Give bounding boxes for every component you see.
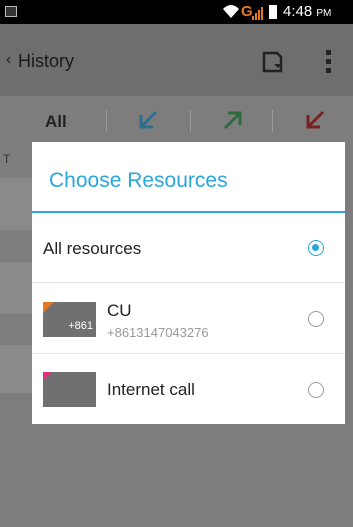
battery-icon [269,5,277,19]
dialog-title: Choose Resources [49,169,228,192]
list-item [0,178,32,230]
radio-button[interactable] [308,311,324,327]
network-type: G [241,3,253,20]
signal-icon [252,7,263,20]
list-item [0,345,32,393]
option-cu[interactable]: +861 CU +8613147043276 [32,284,345,354]
sim-label: +861 [68,320,93,332]
call-type-tabs: All [0,96,353,146]
divider [32,282,345,283]
status-bar: G 4:48 PM [0,0,353,24]
section-letter: T [3,152,11,166]
option-name: Internet call [107,380,195,399]
back-chevron-icon[interactable]: ‹ [6,51,11,69]
divider [32,353,345,354]
gallery-notification-icon [5,6,17,17]
option-label: All resources [43,239,142,258]
sim-icon: +861 [43,302,96,337]
wifi-icon [223,5,239,18]
incoming-call-icon[interactable] [137,109,159,131]
radio-button[interactable] [308,382,324,398]
clock: 4:48 PM [283,3,332,20]
page-title[interactable]: History [18,51,74,72]
option-name: CU [107,301,132,320]
overflow-menu-icon[interactable] [326,50,332,74]
option-internet-call[interactable]: Internet call [32,355,345,425]
missed-call-icon[interactable] [304,109,326,131]
choose-resources-dialog: Choose Resources All resources +861 CU +… [32,142,345,424]
outgoing-call-icon[interactable] [222,109,244,131]
tab-divider [106,110,107,132]
save-icon[interactable] [262,51,284,73]
action-bar: ‹ History [0,24,353,96]
tab-divider [190,110,191,132]
list-item [0,262,32,314]
tab-all[interactable]: All [45,112,67,132]
option-all-resources[interactable]: All resources [32,213,345,283]
option-number: +8613147043276 [107,325,209,340]
radio-button-selected[interactable] [308,240,324,256]
sim-icon [43,372,96,407]
tab-divider [272,110,273,132]
